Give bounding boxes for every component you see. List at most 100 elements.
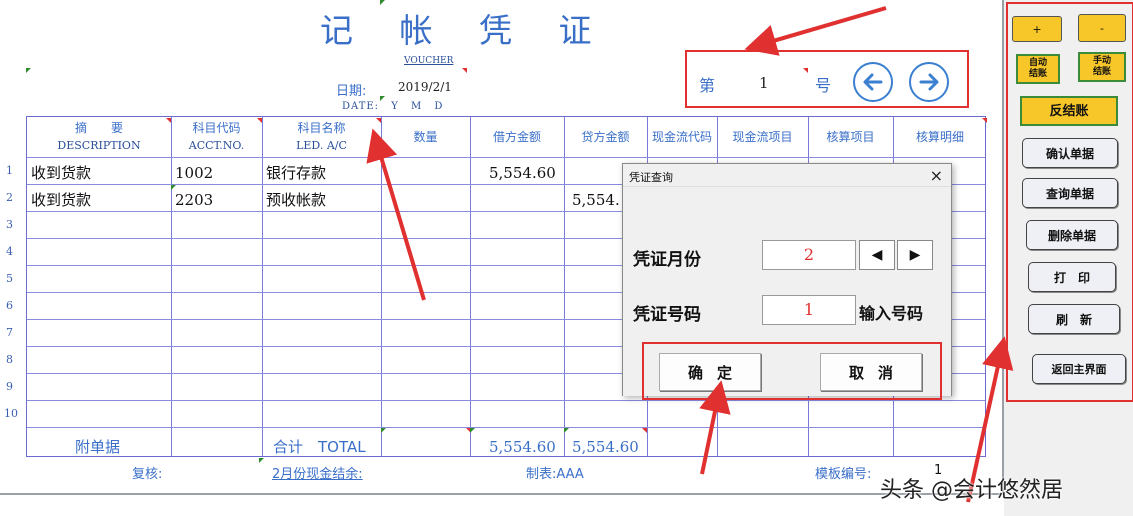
- grid-line: [470, 117, 471, 456]
- column-header-en: LED. A/C: [296, 139, 347, 152]
- column-header-cn: 科目代码: [192, 121, 241, 135]
- row-number: 9: [6, 380, 13, 393]
- row-number: 6: [6, 299, 13, 312]
- row1-acct-no[interactable]: 1002: [175, 164, 213, 182]
- refresh-button[interactable]: 刷 新: [1028, 304, 1120, 334]
- preparer-label: 制表:AAA: [526, 467, 584, 482]
- watermark-text: 头条 @会计悠然居: [880, 478, 1063, 503]
- row1-account[interactable]: 银行存款: [266, 162, 326, 183]
- voucher-number-box: 第 1 号: [685, 50, 969, 108]
- column-header-accounting-item: 核算项目: [808, 117, 893, 157]
- voucher-title: 记 帐 凭 证: [320, 11, 610, 50]
- month-input[interactable]: 2: [762, 240, 856, 270]
- row2-credit[interactable]: 5,554.: [572, 191, 620, 209]
- grid-line: [27, 400, 985, 401]
- month-prev-button[interactable]: ◀: [859, 240, 895, 270]
- home-button[interactable]: 返回主界面: [1032, 354, 1126, 384]
- grid-line: [262, 117, 263, 456]
- row-number: 5: [6, 272, 13, 285]
- arrow-right-icon: [919, 73, 939, 91]
- debit-total: 5,554.60: [489, 438, 556, 456]
- voucher-number-value[interactable]: 1: [759, 74, 769, 92]
- control-panel: + - 自动 结账 手动 结账 反结账 确认单据 查询单据 删除单据 打 印 刷…: [1004, 0, 1133, 516]
- row-number: 1: [6, 164, 13, 177]
- row2-account[interactable]: 预收帐款: [266, 189, 326, 210]
- total-label: 合计 TOTAL: [273, 438, 366, 456]
- date-value[interactable]: 2019/2/1: [398, 80, 452, 94]
- column-header-accounting-detail: 核算明细: [893, 117, 987, 157]
- row2-description[interactable]: 收到货款: [31, 189, 91, 210]
- column-header-en: DESCRIPTION: [57, 139, 141, 152]
- grid-line: [171, 117, 172, 456]
- print-button[interactable]: 打 印: [1028, 262, 1116, 292]
- dialog-buttons-highlight: 确定 取消: [642, 342, 942, 400]
- next-voucher-button[interactable]: [909, 62, 949, 102]
- column-header-quantity: 数量: [381, 117, 470, 157]
- manual-close-button[interactable]: 手动 结账: [1078, 52, 1126, 82]
- close-icon[interactable]: ×: [930, 166, 943, 185]
- date-sublabel: DATE: Y M D: [342, 101, 444, 112]
- number-suffix-label: 号: [815, 76, 832, 95]
- reverse-close-button[interactable]: 反结账: [1020, 96, 1118, 126]
- dialog-title: 凭证查询: [629, 171, 673, 184]
- cell-marker: [171, 185, 176, 190]
- month-next-button[interactable]: ▶: [897, 240, 933, 270]
- cell-marker: [26, 68, 31, 73]
- cancel-button[interactable]: 取消: [820, 353, 922, 391]
- number-prefix-label: 第: [699, 76, 716, 95]
- cell-marker: [380, 0, 385, 5]
- remove-button[interactable]: -: [1078, 14, 1126, 42]
- cell-marker: [462, 68, 467, 73]
- add-button[interactable]: +: [1012, 16, 1062, 42]
- column-header-cn: 摘 要: [74, 121, 123, 135]
- previous-voucher-button[interactable]: [853, 62, 893, 102]
- triangle-right-icon: ▶: [909, 247, 921, 263]
- dialog-body: 凭证月份 2 ◀ ▶ 凭证号码 1 输入号码 确定 取消: [623, 186, 951, 400]
- cell-marker: [166, 118, 171, 123]
- grid-line: [27, 157, 985, 158]
- month-label: 凭证月份: [633, 250, 701, 270]
- row1-description[interactable]: 收到货款: [31, 162, 91, 183]
- cell-marker: [803, 68, 808, 73]
- cell-marker: [381, 428, 386, 433]
- row-number: 10: [4, 407, 18, 420]
- cell-marker: [982, 118, 987, 123]
- column-header-debit: 借方金额: [470, 117, 564, 157]
- column-header-cn: 借方金额: [492, 129, 541, 144]
- column-header-account: 科目名称 LED. A/C: [262, 117, 381, 157]
- number-label: 凭证号码: [633, 305, 701, 325]
- review-label: 复核:: [132, 467, 163, 482]
- voucher-subtitle: VOUCHER: [404, 56, 454, 66]
- column-header-description: 摘 要 DESCRIPTION: [27, 117, 171, 157]
- confirm-voucher-button[interactable]: 确认单据: [1022, 138, 1118, 168]
- column-header-cn: 核算项目: [826, 129, 875, 144]
- row-number: 4: [6, 245, 13, 258]
- voucher-query-dialog: 凭证查询 × 凭证月份 2 ◀ ▶ 凭证号码 1 输入号码 确定 取消: [622, 163, 952, 400]
- arrow-left-icon: [863, 73, 883, 91]
- voucher-app: 记 帐 凭 证 VOUCHER 日期: 2019/2/1 DATE: Y M D…: [0, 0, 1133, 516]
- grid-line: [381, 117, 382, 456]
- attachments-label: 附单据: [75, 438, 121, 456]
- cash-balance-link[interactable]: 2月份现金结余:: [272, 463, 363, 482]
- delete-voucher-button[interactable]: 删除单据: [1026, 220, 1118, 250]
- row2-acct-no[interactable]: 2203: [175, 191, 213, 209]
- cell-marker: [257, 118, 262, 123]
- column-header-credit: 贷方金额: [564, 117, 647, 157]
- cell-marker: [259, 458, 264, 463]
- column-header-acct-no: 科目代码 ACCT.NO.: [171, 117, 262, 157]
- cell-marker: [376, 118, 381, 123]
- auto-close-button[interactable]: 自动 结账: [1016, 54, 1060, 84]
- cell-marker: [470, 428, 475, 433]
- cell-marker: [642, 428, 647, 433]
- column-header-cn: 现金流项目: [732, 129, 793, 144]
- column-header-cn: 数量: [413, 129, 438, 144]
- date-label: 日期:: [336, 84, 367, 99]
- query-voucher-button[interactable]: 查询单据: [1022, 178, 1118, 208]
- cell-marker: [564, 428, 569, 433]
- ok-button[interactable]: 确定: [659, 353, 761, 391]
- row1-debit[interactable]: 5,554.60: [489, 164, 556, 182]
- column-header-cn: 贷方金额: [581, 129, 630, 144]
- voucher-number-input[interactable]: 1: [762, 295, 856, 325]
- number-hint-label: 输入号码: [859, 304, 924, 323]
- column-header-cn: 科目名称: [297, 121, 346, 135]
